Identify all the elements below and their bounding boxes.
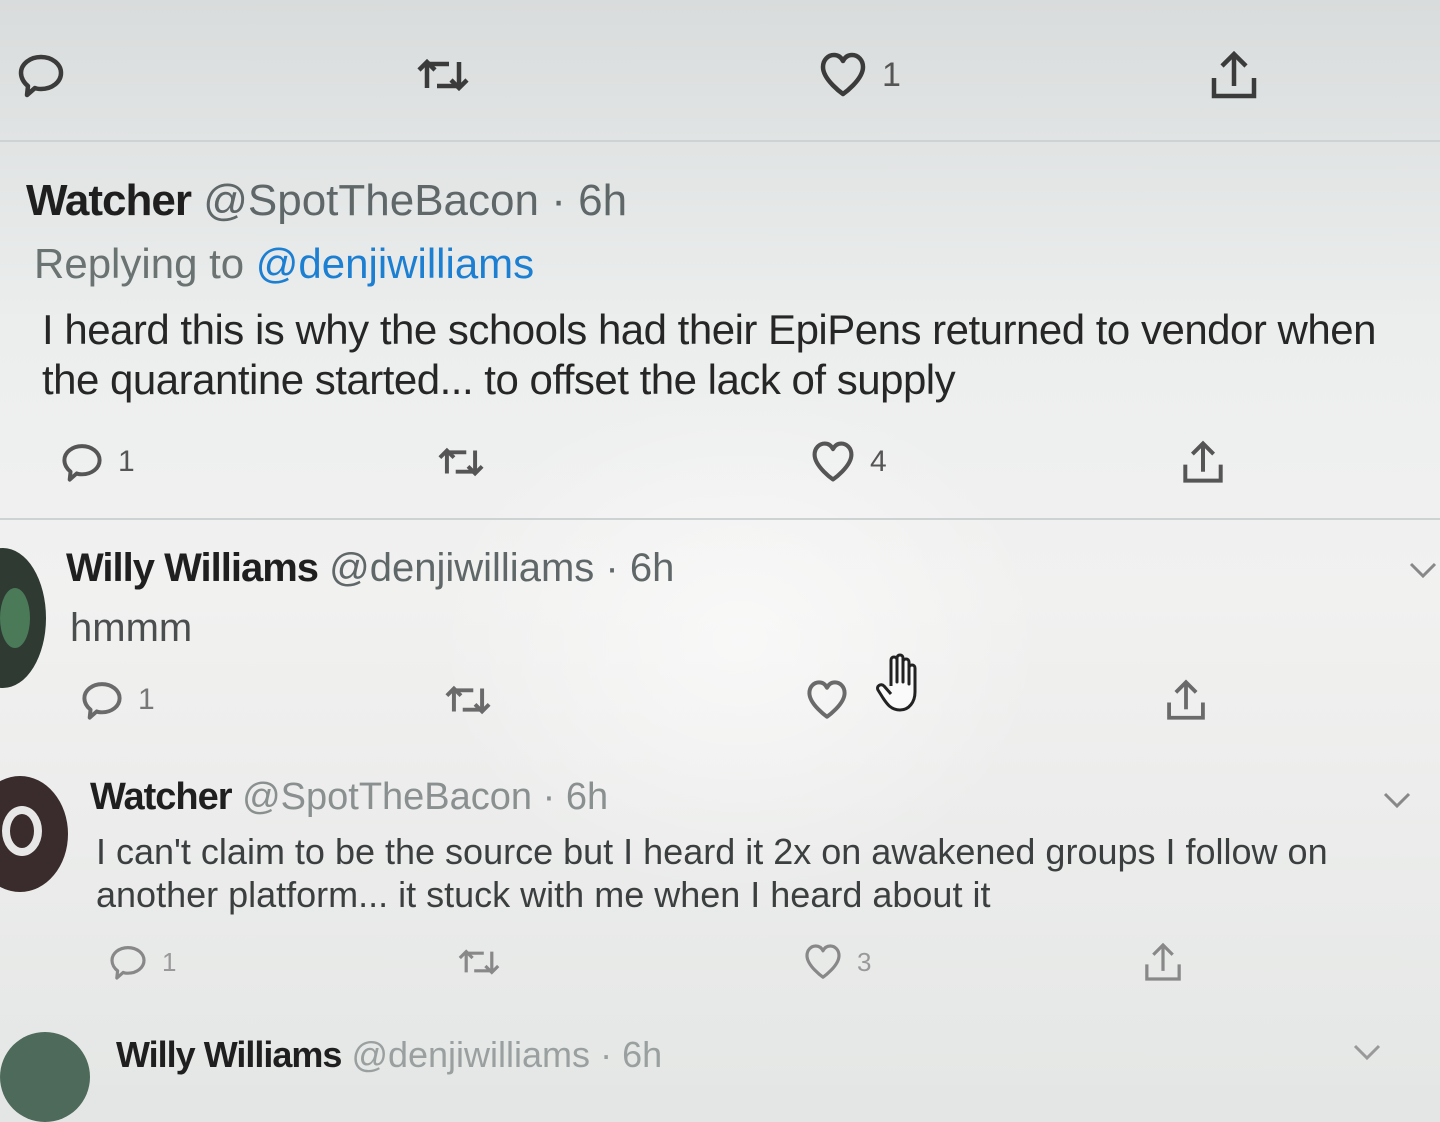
- chevron-down-icon[interactable]: [1352, 1042, 1382, 1067]
- reply-icon: [108, 942, 148, 982]
- tweet[interactable]: Willy Williams @denjiwilliams · 6h hmmm …: [0, 520, 1440, 750]
- share-button[interactable]: [1164, 670, 1208, 730]
- dot-separator: ·: [605, 546, 619, 590]
- like-button[interactable]: [805, 670, 849, 730]
- tweet-header: Willy Williams @denjiwilliams · 6h: [116, 1034, 662, 1076]
- author-handle[interactable]: @denjiwilliams: [329, 546, 594, 590]
- author-name[interactable]: Willy Williams: [116, 1034, 342, 1075]
- timeline-screen: 1 Watcher @SpotTheBacon · 6h Replying to…: [0, 0, 1440, 1122]
- share-icon: [1164, 677, 1208, 723]
- like-button[interactable]: 1: [818, 45, 901, 105]
- share-icon: [1180, 438, 1226, 486]
- retweet-icon: [415, 50, 471, 100]
- share-button[interactable]: [1180, 432, 1226, 492]
- heart-icon: [805, 678, 849, 722]
- tweet[interactable]: Willy Williams @denjiwilliams · 6h: [0, 1020, 1440, 1122]
- retweet-button[interactable]: [435, 432, 487, 492]
- share-button[interactable]: [1208, 45, 1260, 105]
- dot-separator: ·: [542, 776, 556, 818]
- reply-count: 1: [118, 445, 135, 478]
- timestamp[interactable]: 6h: [578, 176, 627, 225]
- author-name[interactable]: Watcher: [26, 176, 192, 225]
- author-name[interactable]: Willy Williams: [66, 546, 319, 590]
- share-icon: [1142, 940, 1184, 984]
- tweet-text: I can't claim to be the source but I hea…: [96, 831, 1328, 916]
- retweet-button[interactable]: [455, 932, 503, 992]
- timestamp[interactable]: 6h: [630, 546, 675, 590]
- tweet[interactable]: Watcher @SpotTheBacon · 6h Replying to @…: [0, 140, 1440, 520]
- retweet-button[interactable]: [415, 45, 471, 105]
- replying-to: Replying to @denjiwilliams: [34, 240, 534, 288]
- dot-separator: ·: [600, 1034, 613, 1075]
- avatar[interactable]: [0, 776, 68, 892]
- tweet-actions: 1: [0, 653, 1440, 730]
- mention-link[interactable]: @denjiwilliams: [256, 240, 534, 287]
- tweet-text: hmmm: [70, 606, 193, 650]
- like-count: 1: [882, 55, 901, 94]
- author-handle[interactable]: @SpotTheBacon: [203, 176, 539, 225]
- action-bar-top: 1: [0, 45, 1440, 105]
- reply-count: 1: [138, 683, 155, 716]
- reply-button[interactable]: 1: [108, 932, 176, 992]
- retweet-icon: [435, 440, 487, 484]
- avatar[interactable]: [0, 1032, 90, 1122]
- like-count: 4: [870, 445, 887, 478]
- reply-icon: [16, 50, 66, 100]
- replying-to-label: Replying to: [34, 240, 245, 287]
- dot-separator: ·: [551, 176, 566, 225]
- reply-icon: [60, 440, 104, 484]
- retweet-icon: [442, 678, 494, 722]
- reply-icon: [80, 678, 124, 722]
- retweet-button[interactable]: [442, 670, 494, 730]
- tweet-actions: 1 4: [0, 432, 1440, 492]
- chevron-down-icon[interactable]: [1382, 790, 1412, 815]
- reply-button[interactable]: 1: [80, 670, 155, 730]
- like-count: 3: [857, 946, 872, 977]
- chevron-down-icon[interactable]: [1408, 560, 1438, 585]
- like-button[interactable]: 3: [803, 932, 871, 992]
- heart-icon: [818, 50, 868, 100]
- like-button[interactable]: 4: [810, 432, 887, 492]
- tweet-header: Watcher @SpotTheBacon · 6h: [26, 176, 627, 226]
- tweet-header: Willy Williams @denjiwilliams · 6h: [66, 546, 674, 591]
- heart-icon: [810, 439, 856, 485]
- share-icon: [1208, 48, 1260, 102]
- tweet-actions: 1 3: [0, 932, 1440, 992]
- reply-button[interactable]: 1: [60, 432, 135, 492]
- author-handle[interactable]: @denjiwilliams: [351, 1034, 590, 1075]
- timestamp[interactable]: 6h: [566, 776, 608, 818]
- timestamp[interactable]: 6h: [622, 1034, 662, 1075]
- retweet-icon: [455, 942, 503, 982]
- hand-pointer-icon: [875, 653, 925, 714]
- heart-icon: [803, 942, 843, 982]
- reply-count: 1: [162, 946, 177, 977]
- tweet-text: I heard this is why the schools had thei…: [42, 306, 1376, 404]
- author-handle[interactable]: @SpotTheBacon: [242, 776, 532, 818]
- avatar[interactable]: [0, 548, 46, 688]
- tweet[interactable]: Watcher @SpotTheBacon · 6h I can't claim…: [0, 750, 1440, 1020]
- reply-button[interactable]: [16, 45, 66, 105]
- tweet-header: Watcher @SpotTheBacon · 6h: [90, 776, 608, 819]
- share-button[interactable]: [1142, 932, 1184, 992]
- author-name[interactable]: Watcher: [90, 776, 233, 818]
